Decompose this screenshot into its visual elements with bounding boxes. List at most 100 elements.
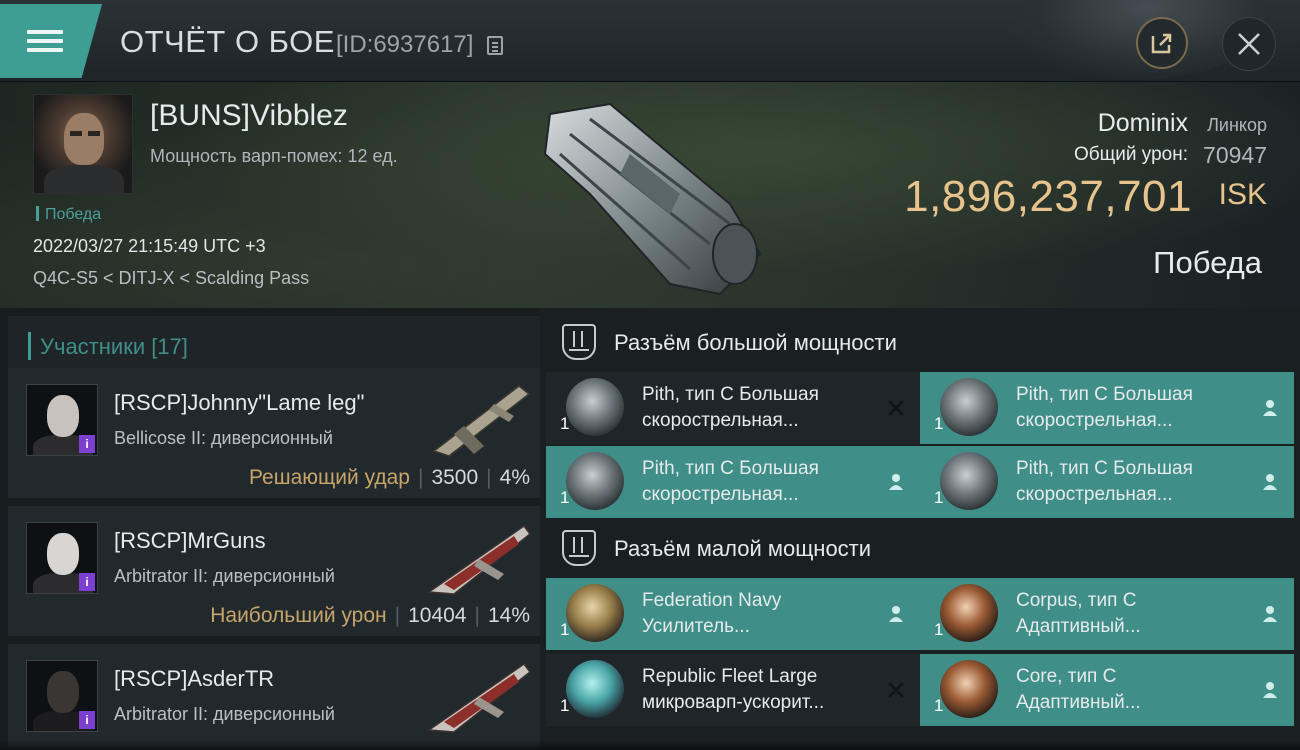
participant-row[interactable]: i [RSCP]AsderTR Arbitrator II: диверсион… bbox=[8, 644, 540, 750]
scroll-fade bbox=[0, 740, 1300, 750]
report-id: [ID:6937617] bbox=[336, 31, 474, 58]
dropped-icon bbox=[889, 606, 903, 622]
microwarpdrive-module-icon bbox=[566, 660, 624, 718]
total-damage-value: 70947 bbox=[1203, 142, 1267, 168]
turret-module-icon bbox=[566, 378, 624, 436]
participant-stats: Решающий удар | 3500 | 4% bbox=[248, 466, 530, 489]
dropped-icon bbox=[1263, 606, 1277, 622]
participant-stats: Наибольший урон | 10404 | 14% bbox=[210, 604, 530, 627]
isk-value: 1,896,237,701 bbox=[904, 172, 1192, 221]
victim-ship-image[interactable] bbox=[530, 94, 770, 304]
participant-ship: Arbitrator II: диверсионный bbox=[114, 566, 335, 586]
module-qty: 1 bbox=[560, 414, 570, 433]
participant-ship-image bbox=[426, 662, 532, 733]
close-button[interactable] bbox=[1222, 17, 1276, 71]
high-slot-icon bbox=[562, 324, 596, 360]
victim-portrait[interactable] bbox=[33, 94, 133, 194]
module-item[interactable]: 1 Pith, тип C Большая скорострельная... bbox=[920, 372, 1294, 444]
info-icon[interactable]: i bbox=[79, 573, 95, 591]
participant-ship: Bellicose II: диверсионный bbox=[114, 428, 333, 448]
module-item[interactable]: 1 Pith, тип C Большая скорострельная... bbox=[920, 446, 1294, 518]
participant-ship: Arbitrator II: диверсионный bbox=[114, 704, 335, 724]
copy-icon[interactable] bbox=[487, 36, 503, 55]
fitting-panel: Разъём большой мощности 1 Pith, тип C Бо… bbox=[540, 308, 1300, 750]
destroyed-icon bbox=[888, 682, 904, 698]
kill-datetime: 2022/03/27 21:15:49 UTC +3 bbox=[33, 236, 266, 256]
info-icon[interactable]: i bbox=[79, 711, 95, 729]
kill-location: Q4C-S5 < DITJ-X < Scalding Pass bbox=[33, 268, 310, 288]
low-slot-header: Разъём малой мощности bbox=[540, 516, 1300, 578]
dropped-icon bbox=[1263, 682, 1277, 698]
module-name: Core, тип C Адаптивный... bbox=[1016, 666, 1141, 713]
info-icon[interactable]: i bbox=[79, 435, 95, 453]
result-badge: Победа bbox=[36, 206, 101, 224]
module-name: Pith, тип C Большая скорострельная... bbox=[642, 384, 819, 431]
participant-avatar[interactable]: i bbox=[26, 660, 98, 732]
module-qty: 1 bbox=[560, 488, 570, 507]
menu-button[interactable] bbox=[0, 4, 102, 78]
module-qty: 1 bbox=[934, 696, 944, 715]
turret-module-icon bbox=[940, 452, 998, 510]
dropped-icon bbox=[1263, 400, 1277, 416]
amplifier-module-icon bbox=[566, 584, 624, 642]
warp-disruption: Мощность варп-помех: 12 ед. bbox=[150, 146, 398, 166]
module-qty: 1 bbox=[934, 414, 944, 433]
module-item[interactable]: 1 Federation Navy Усилитель... bbox=[546, 578, 920, 650]
top-bar: ОТЧЁТ О БОЕ [ID:6937617] bbox=[0, 0, 1300, 82]
share-button[interactable] bbox=[1136, 17, 1188, 69]
module-name: Republic Fleet Large микроварп-ускорит..… bbox=[642, 666, 825, 713]
participant-ship-image bbox=[426, 524, 532, 595]
participant-damage: 3500 bbox=[431, 466, 479, 489]
participants-title: Участники [17] bbox=[40, 334, 188, 359]
module-name: Pith, тип C Большая скорострельная... bbox=[642, 458, 819, 505]
hamburger-icon bbox=[27, 25, 63, 57]
module-qty: 1 bbox=[934, 488, 944, 507]
high-slot-title: Разъём большой мощности bbox=[614, 330, 897, 355]
victim-name[interactable]: [BUNS]Vibblez bbox=[150, 99, 348, 133]
dropped-icon bbox=[889, 474, 903, 490]
share-icon bbox=[1151, 33, 1172, 54]
outcome-label: Победа bbox=[1153, 245, 1262, 280]
module-qty: 1 bbox=[560, 620, 570, 639]
victim-ship-name: Dominix bbox=[1097, 109, 1188, 137]
page-title: ОТЧЁТ О БОЕ bbox=[120, 24, 335, 59]
participant-role: Решающий удар bbox=[248, 466, 410, 489]
participant-name: [RSCP]MrGuns bbox=[114, 528, 266, 553]
victim-ship-class: Линкор bbox=[1207, 115, 1267, 135]
participant-percent: 4% bbox=[499, 466, 530, 489]
participant-role: Наибольший урон bbox=[210, 604, 387, 627]
participants-panel: Участники [17] i [RSCP]Johnny"Lame leg" … bbox=[0, 308, 540, 750]
module-name: Pith, тип C Большая скорострельная... bbox=[1016, 384, 1193, 431]
dropped-icon bbox=[1263, 474, 1277, 490]
participant-percent: 14% bbox=[487, 604, 530, 627]
module-name: Pith, тип C Большая скорострельная... bbox=[1016, 458, 1193, 505]
participant-damage: 10404 bbox=[408, 604, 467, 627]
module-item[interactable]: 1 Pith, тип C Большая скорострельная... bbox=[546, 446, 920, 518]
turret-module-icon bbox=[566, 452, 624, 510]
module-qty: 1 bbox=[934, 620, 944, 639]
participant-row[interactable]: i [RSCP]MrGuns Arbitrator II: диверсионн… bbox=[8, 506, 540, 636]
participant-name: [RSCP]Johnny"Lame leg" bbox=[114, 390, 365, 415]
high-slot-header: Разъём большой мощности bbox=[540, 310, 1300, 372]
participant-avatar[interactable]: i bbox=[26, 522, 98, 594]
module-qty: 1 bbox=[560, 696, 570, 715]
participant-avatar[interactable]: i bbox=[26, 384, 98, 456]
module-name: Corpus, тип C Адаптивный... bbox=[1016, 590, 1141, 637]
close-icon bbox=[1238, 33, 1260, 55]
isk-unit: ISK bbox=[1218, 178, 1267, 211]
destroyed-icon bbox=[888, 400, 904, 416]
victim-banner: [BUNS]Vibblez Мощность варп-помех: 12 ед… bbox=[0, 82, 1300, 308]
hardener-module-icon bbox=[940, 584, 998, 642]
module-item[interactable]: 1 Core, тип C Адаптивный... bbox=[920, 654, 1294, 726]
participant-row[interactable]: i [RSCP]Johnny"Lame leg" Bellicose II: д… bbox=[8, 368, 540, 498]
module-item[interactable]: 1 Corpus, тип C Адаптивный... bbox=[920, 578, 1294, 650]
participant-ship-image bbox=[432, 385, 531, 457]
hardener-module-icon bbox=[940, 660, 998, 718]
participants-header[interactable]: Участники [17] bbox=[8, 316, 540, 372]
module-item[interactable]: 1 Pith, тип C Большая скорострельная... bbox=[546, 372, 920, 444]
low-slot-title: Разъём малой мощности bbox=[614, 536, 872, 561]
module-item[interactable]: 1 Republic Fleet Large микроварп-ускорит… bbox=[546, 654, 920, 726]
module-name: Federation Navy Усилитель... bbox=[642, 590, 782, 637]
turret-module-icon bbox=[940, 378, 998, 436]
participant-name: [RSCP]AsderTR bbox=[114, 666, 275, 691]
